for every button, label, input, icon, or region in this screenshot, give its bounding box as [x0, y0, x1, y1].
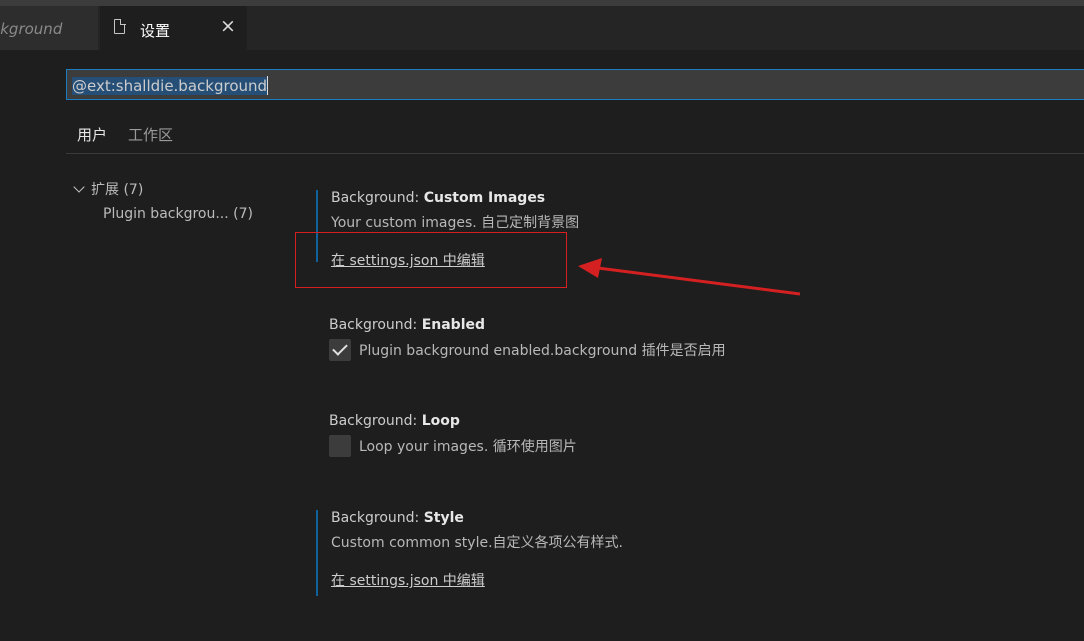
arrow-annotation	[578, 258, 801, 296]
